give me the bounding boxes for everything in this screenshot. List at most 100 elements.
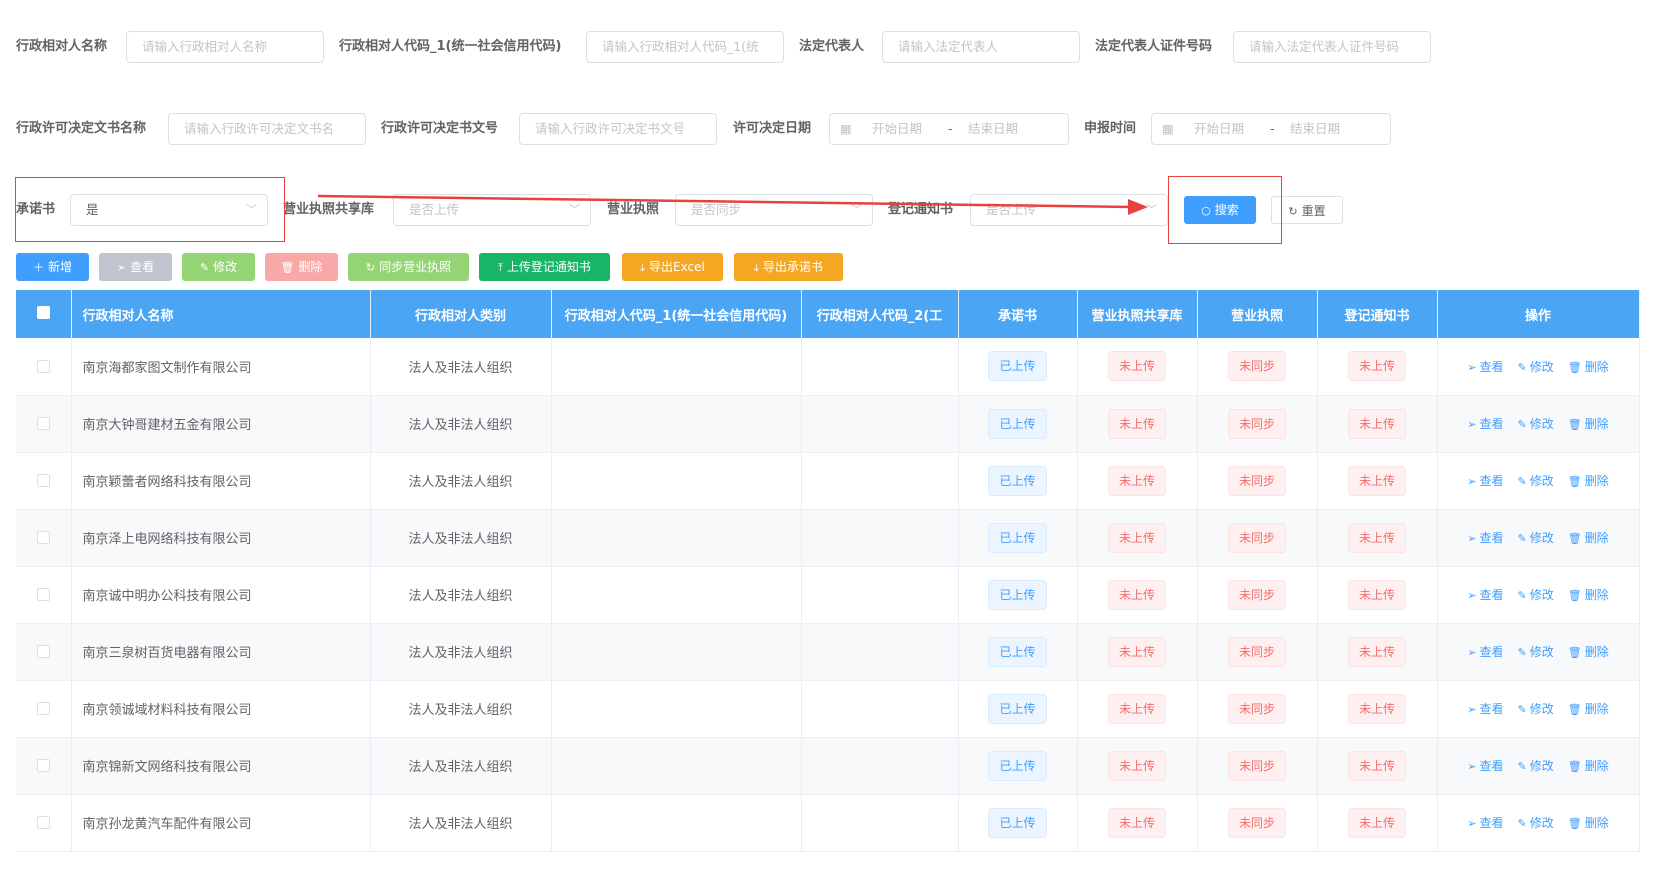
table-row[interactable]: 南京孙龙黄汽车配件有限公司 法人及非法人组织 已上传 未上传 未同步 未上传 ➢ 查看 ✎ 修改 🗑… — [16, 794, 1640, 852]
promise-status-tag[interactable]: 已上传 — [988, 351, 1047, 382]
license-share-status-tag[interactable]: 未上传 — [1107, 750, 1166, 781]
row-checkbox[interactable] — [36, 417, 50, 430]
notice-status-tag[interactable]: 未上传 — [1347, 693, 1406, 724]
promise-status-tag[interactable]: 已上传 — [988, 408, 1047, 439]
row-delete-link[interactable]: 🗑 删除 — [1568, 417, 1609, 431]
table-row[interactable]: 南京领诚域材料科技有限公司 法人及非法人组织 已上传 未上传 未同步 未上传 ➢ 查看 ✎ 修改 🗑… — [16, 680, 1640, 738]
row-edit-link[interactable]: ✎ 修改 — [1518, 645, 1554, 659]
col-header-code2[interactable]: 行政相对人代码_2(工 — [801, 290, 959, 338]
license-status-tag[interactable]: 未同步 — [1227, 636, 1286, 667]
row-delete-link[interactable]: 🗑 删除 — [1568, 702, 1609, 716]
license-share-status-tag[interactable]: 未上传 — [1107, 351, 1166, 382]
promise-status-tag[interactable]: 已上传 — [988, 693, 1047, 724]
table-row[interactable]: 南京海都家图文制作有限公司 法人及非法人组织 已上传 未上传 未同步 未上传 ➢ 查看 ✎ 修改 🗑… — [16, 338, 1640, 396]
promise-status-tag[interactable]: 已上传 — [988, 579, 1047, 610]
row-view-link[interactable]: ➢ 查看 — [1467, 417, 1503, 431]
row-edit-link[interactable]: ✎ 修改 — [1518, 588, 1554, 602]
delete-button[interactable]: 🗑 删除 — [265, 253, 338, 281]
row-checkbox[interactable] — [36, 588, 50, 601]
license-status-tag[interactable]: 未同步 — [1227, 465, 1286, 496]
row-view-link[interactable]: ➢ 查看 — [1467, 645, 1503, 659]
row-view-link[interactable]: ➢ 查看 — [1467, 531, 1503, 545]
license-status-tag[interactable]: 未同步 — [1227, 351, 1286, 382]
select-all-checkbox[interactable] — [16, 290, 72, 338]
row-checkbox[interactable] — [36, 702, 50, 715]
row-delete-link[interactable]: 🗑 删除 — [1568, 531, 1609, 545]
table-row[interactable]: 南京泽上电网络科技有限公司 法人及非法人组织 已上传 未上传 未同步 未上传 ➢ 查看 ✎ 修改 🗑… — [16, 509, 1640, 567]
col-header-type[interactable]: 行政相对人类别 — [370, 290, 552, 338]
row-delete-link[interactable]: 🗑 删除 — [1568, 816, 1609, 830]
col-header-name[interactable]: 行政相对人名称 — [71, 290, 371, 338]
notice-status-tag[interactable]: 未上传 — [1347, 750, 1406, 781]
notice-status-tag[interactable]: 未上传 — [1347, 579, 1406, 610]
upload-notice-button[interactable]: ⤒ 上传登记通知书 — [479, 253, 610, 281]
row-view-link[interactable]: ➢ 查看 — [1467, 759, 1503, 773]
row-delete-link[interactable]: 🗑 删除 — [1568, 588, 1609, 602]
row-checkbox[interactable] — [36, 816, 50, 829]
row-checkbox[interactable] — [36, 474, 50, 487]
table-row[interactable]: 南京诚中明办公科技有限公司 法人及非法人组织 已上传 未上传 未同步 未上传 ➢ 查看 ✎ 修改 🗑… — [16, 566, 1640, 624]
col-header-license-share[interactable]: 营业执照共享库 — [1077, 290, 1198, 338]
row-view-link[interactable]: ➢ 查看 — [1467, 588, 1503, 602]
export-promise-button[interactable]: ⤓ 导出承诺书 — [734, 253, 843, 281]
view-button[interactable]: ➢ 查看 — [99, 253, 172, 281]
promise-status-tag[interactable]: 已上传 — [988, 807, 1047, 838]
promise-status-tag[interactable]: 已上传 — [988, 522, 1047, 553]
row-edit-link[interactable]: ✎ 修改 — [1518, 360, 1554, 374]
export-excel-button[interactable]: ⤓ 导出Excel — [622, 253, 723, 281]
row-checkbox[interactable] — [36, 759, 50, 772]
notice-status-tag[interactable]: 未上传 — [1347, 522, 1406, 553]
add-button[interactable]: ＋新增 — [16, 253, 89, 281]
row-edit-link[interactable]: ✎ 修改 — [1518, 474, 1554, 488]
license-status-tag[interactable]: 未同步 — [1227, 522, 1286, 553]
row-view-link[interactable]: ➢ 查看 — [1467, 816, 1503, 830]
notice-status-tag[interactable]: 未上传 — [1347, 351, 1406, 382]
row-delete-label: 删除 — [1584, 645, 1609, 659]
license-share-status-tag[interactable]: 未上传 — [1107, 636, 1166, 667]
col-header-promise[interactable]: 承诺书 — [958, 290, 1078, 338]
col-header-notice[interactable]: 登记通知书 — [1317, 290, 1438, 338]
col-header-license[interactable]: 营业执照 — [1197, 290, 1318, 338]
row-edit-link[interactable]: ✎ 修改 — [1518, 759, 1554, 773]
license-status-tag[interactable]: 未同步 — [1227, 579, 1286, 610]
license-status-tag[interactable]: 未同步 — [1227, 807, 1286, 838]
table-row[interactable]: 南京三泉树百货电器有限公司 法人及非法人组织 已上传 未上传 未同步 未上传 ➢ 查看 ✎ 修改 🗑… — [16, 623, 1640, 681]
row-delete-link[interactable]: 🗑 删除 — [1568, 759, 1609, 773]
license-status-tag[interactable]: 未同步 — [1227, 750, 1286, 781]
notice-status-tag[interactable]: 未上传 — [1347, 636, 1406, 667]
code1-cell — [551, 680, 802, 738]
promise-status-tag[interactable]: 已上传 — [988, 750, 1047, 781]
row-edit-link[interactable]: ✎ 修改 — [1518, 531, 1554, 545]
row-edit-link[interactable]: ✎ 修改 — [1518, 417, 1554, 431]
col-header-code1[interactable]: 行政相对人代码_1(统一社会信用代码) — [551, 290, 802, 338]
license-share-status-tag[interactable]: 未上传 — [1107, 522, 1166, 553]
promise-status-tag[interactable]: 已上传 — [988, 636, 1047, 667]
row-delete-link[interactable]: 🗑 删除 — [1568, 474, 1609, 488]
license-status-tag[interactable]: 未同步 — [1227, 693, 1286, 724]
row-checkbox[interactable] — [36, 359, 50, 373]
license-share-status-tag[interactable]: 未上传 — [1107, 579, 1166, 610]
row-delete-link[interactable]: 🗑 删除 — [1568, 645, 1609, 659]
row-edit-link[interactable]: ✎ 修改 — [1518, 702, 1554, 716]
license-status-tag[interactable]: 未同步 — [1227, 408, 1286, 439]
notice-status-tag[interactable]: 未上传 — [1347, 465, 1406, 496]
row-view-link[interactable]: ➢ 查看 — [1467, 360, 1503, 374]
row-edit-link[interactable]: ✎ 修改 — [1518, 816, 1554, 830]
table-row[interactable]: 南京大钟哥建材五金有限公司 法人及非法人组织 已上传 未上传 未同步 未上传 ➢ 查看 ✎ 修改 🗑… — [16, 395, 1640, 453]
license-share-status-tag[interactable]: 未上传 — [1107, 408, 1166, 439]
sync-license-button[interactable]: ↻ 同步营业执照 — [348, 253, 469, 281]
license-share-status-tag[interactable]: 未上传 — [1107, 465, 1166, 496]
row-delete-link[interactable]: 🗑 删除 — [1568, 360, 1609, 374]
row-view-link[interactable]: ➢ 查看 — [1467, 702, 1503, 716]
license-share-status-tag[interactable]: 未上传 — [1107, 693, 1166, 724]
table-row[interactable]: 南京颖蕾者网络科技有限公司 法人及非法人组织 已上传 未上传 未同步 未上传 ➢ 查看 ✎ 修改 🗑… — [16, 452, 1640, 510]
license-share-status-tag[interactable]: 未上传 — [1107, 807, 1166, 838]
row-view-link[interactable]: ➢ 查看 — [1467, 474, 1503, 488]
promise-status-tag[interactable]: 已上传 — [988, 465, 1047, 496]
table-row[interactable]: 南京锦新文网络科技有限公司 法人及非法人组织 已上传 未上传 未同步 未上传 ➢ 查看 ✎ 修改 🗑… — [16, 737, 1640, 795]
row-checkbox[interactable] — [36, 531, 50, 544]
edit-button[interactable]: ✎ 修改 — [182, 253, 255, 281]
notice-status-tag[interactable]: 未上传 — [1347, 807, 1406, 838]
row-checkbox[interactable] — [36, 645, 50, 658]
notice-status-tag[interactable]: 未上传 — [1347, 408, 1406, 439]
